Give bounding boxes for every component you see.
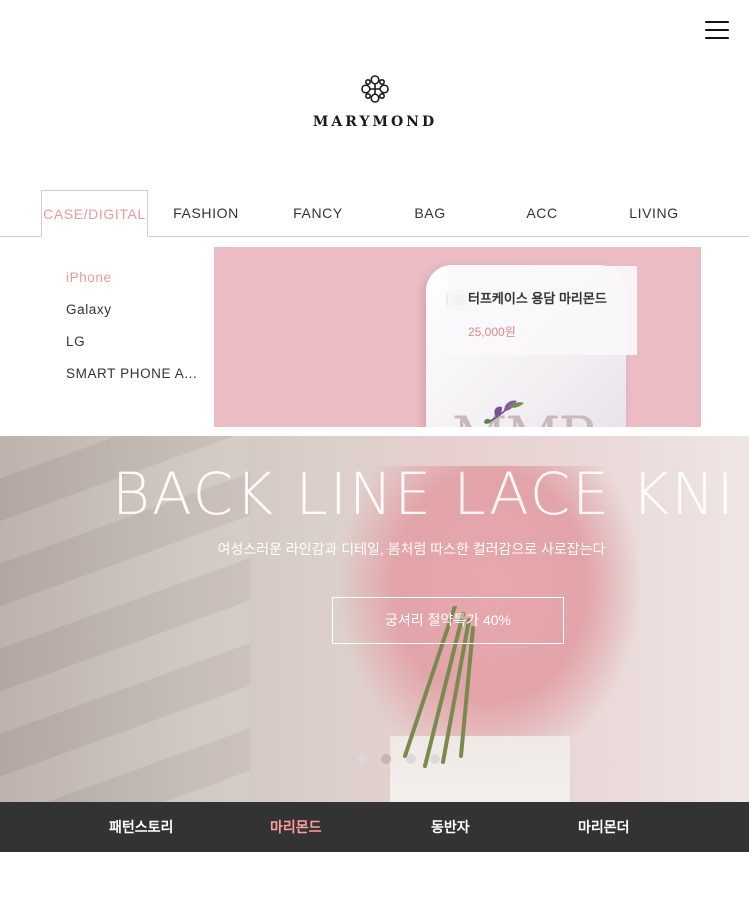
hero-banner[interactable]: BACK LINE LACE KNI 여성스러운 라인감과 디테일, 봄처럼 따…: [0, 436, 749, 802]
bottom-nav-pattern-story[interactable]: 패턴스토리: [109, 802, 173, 852]
site-logo[interactable]: MARYMOND: [300, 72, 450, 134]
slide-dot-3[interactable]: [406, 754, 416, 764]
hero-title: BACK LINE LACE KNI: [112, 460, 736, 528]
sub-item-iphone[interactable]: iPhone: [66, 262, 206, 294]
slide-dot-4[interactable]: [430, 754, 440, 764]
nav-tab-bag[interactable]: BAG: [382, 190, 478, 236]
bottom-nav-marymonder[interactable]: 마리몬더: [578, 802, 630, 852]
nav-tab-living[interactable]: LIVING: [606, 190, 702, 236]
category-nav: CASE/DIGITAL FASHION FANCY BAG ACC LIVIN…: [0, 190, 749, 237]
product-info-card[interactable]: 터프케이스 용담 마리몬드 25,000원: [448, 266, 637, 355]
slide-dot-1[interactable]: [357, 754, 367, 764]
logo-text: MARYMOND: [312, 114, 438, 130]
sub-item-lg[interactable]: LG: [66, 326, 206, 358]
hero-subtitle: 여성스러운 라인감과 디테일, 봄처럼 따스한 컬러감으로 사로잡는다: [217, 541, 606, 557]
slide-dot-2[interactable]: [381, 754, 391, 764]
nav-tab-acc[interactable]: ACC: [494, 190, 590, 236]
flower-emblem-icon: [361, 75, 389, 103]
nav-tab-case-digital[interactable]: CASE/DIGITAL: [41, 190, 148, 237]
bottom-nav-marymond[interactable]: 마리몬드: [270, 802, 322, 852]
flower-print-icon: [484, 400, 524, 424]
bottom-nav-partners[interactable]: 동반자: [431, 802, 470, 852]
product-promo-banner[interactable]: MMP 터프케이스 용담 마리몬드 25,000원: [214, 247, 701, 427]
sub-item-smart-phone-accessory[interactable]: SMART PHONE A...: [66, 358, 206, 390]
product-price: 25,000원: [468, 325, 516, 339]
hamburger-menu-icon[interactable]: [705, 20, 729, 40]
product-title: 터프케이스 용담 마리몬드: [468, 291, 607, 306]
hero-cta-button[interactable]: 궁셔리 절약특가 40%: [332, 597, 564, 644]
sub-category-list: iPhone Galaxy LG SMART PHONE A...: [66, 262, 206, 390]
sub-item-galaxy[interactable]: Galaxy: [66, 294, 206, 326]
nav-tab-fashion[interactable]: FASHION: [158, 190, 254, 236]
bottom-nav: 패턴스토리 마리몬드 동반자 마리몬더: [0, 802, 749, 852]
nav-tab-fancy[interactable]: FANCY: [270, 190, 366, 236]
